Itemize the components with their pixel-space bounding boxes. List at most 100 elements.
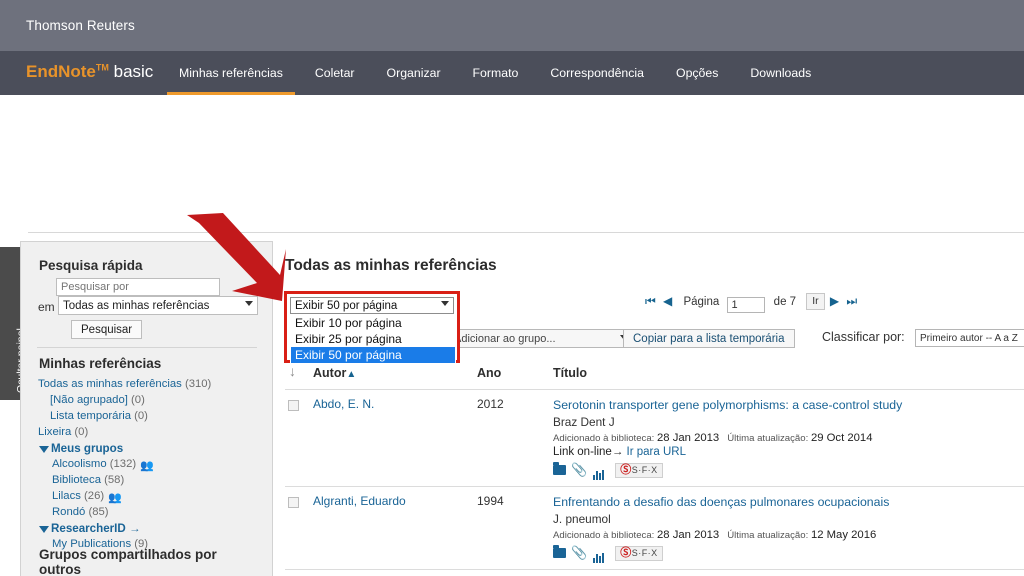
page-size-dropdown[interactable]: Exibir 50 por página Exibir 10 por págin… (284, 291, 460, 364)
sfx-button[interactable]: ⓈS·F·X (615, 546, 663, 561)
sidebar-link[interactable]: Lixeira (0) (38, 426, 88, 438)
caret-down-icon[interactable] (39, 526, 49, 533)
add-to-group-value: Adicionar ao grupo... (454, 333, 556, 345)
updated-date: 12 May 2016 (810, 529, 877, 541)
folder-icon[interactable] (553, 545, 566, 558)
nav-item-0[interactable]: Minhas referências (167, 51, 295, 95)
first-page-icon[interactable]: ⏮ (645, 294, 656, 308)
nav-item-6[interactable]: Downloads (738, 51, 823, 95)
shared-groups-title: Grupos compartilhados por outros (39, 547, 217, 576)
researcher-id-header[interactable]: ResearcherID → (51, 522, 141, 535)
row-author[interactable]: Abdo, E. N. (313, 397, 374, 411)
brand-bar: Thomson Reuters (0, 0, 1024, 51)
logo-endnote-text: EndNote (26, 62, 96, 81)
page-size-option-0[interactable]: Exibir 10 por página (291, 315, 455, 331)
row-actions: 📎 ⓈS·F·X (553, 462, 1024, 480)
sidebar-link[interactable]: Alcoolismo (132) 👥 (52, 458, 154, 472)
endnote-logo[interactable]: EndNoteTM basic (26, 62, 153, 82)
sidebar-link[interactable]: Rondó (85) (52, 506, 109, 518)
page-size-option-1[interactable]: Exibir 25 por página (291, 331, 455, 347)
nav-items: Minhas referências Coletar Organizar Format… (163, 51, 827, 95)
app-root: Thomson Reuters EndNoteTM basic Minhas r… (0, 0, 1024, 576)
updated-date: 29 Oct 2014 (810, 432, 873, 444)
go-page-button[interactable]: Ir (806, 293, 825, 310)
sidebar-divider (37, 347, 257, 348)
add-to-group-select[interactable]: Adicionar ao grupo... (448, 329, 633, 348)
logo-tm-mark: TM (95, 62, 109, 73)
content-divider (28, 232, 1024, 233)
sidebar-link[interactable]: Lista temporária (0) (50, 410, 148, 422)
page-label: Página (683, 296, 720, 308)
sort-by-select[interactable]: Primeiro autor -- A a Z (915, 329, 1024, 347)
hide-panel-tab[interactable]: Ocultar painel (0, 247, 27, 400)
search-button[interactable]: Pesquisar (71, 320, 143, 339)
added-date: 28 Jan 2013 (657, 529, 720, 541)
my-groups-header[interactable]: Meus grupos (51, 442, 123, 455)
shared-group-icon: 👥 (108, 492, 122, 504)
sort-by-label: Classificar por: (822, 330, 905, 344)
column-header-year[interactable]: Ano (477, 366, 501, 380)
previous-page-icon[interactable]: ◀ (663, 294, 672, 308)
row-year: 2012 (477, 397, 504, 411)
page-size-selected-text: Exibir 50 por página (295, 300, 398, 312)
table-row: Almeida-Filho, N.2007Co-occurrence patte… (285, 569, 1024, 576)
main-navigation-bar: EndNoteTM basic Minhas referências Coleta… (0, 51, 1024, 95)
page-title: Todas as minhas referências (285, 257, 497, 274)
annotation-arrow-icon (183, 213, 287, 310)
row-actions: 📎 ⓈS·F·X (553, 545, 1024, 563)
quick-search-title: Pesquisa rápida (39, 258, 143, 273)
column-header-author[interactable]: Autor▲ (313, 366, 356, 380)
next-page-icon[interactable]: ▶ (830, 294, 839, 308)
sidebar-link[interactable]: [Não agrupado] (0) (50, 394, 145, 406)
nav-item-5[interactable]: Opções (664, 51, 730, 95)
nav-item-4[interactable]: Correspondência (538, 51, 656, 95)
pagination-controls: ⏮ ◀ Página 1 de 7 Ir ▶ ⏭ (643, 293, 859, 313)
last-page-icon[interactable]: ⏭ (846, 294, 857, 308)
nav-item-3[interactable]: Formato (461, 51, 531, 95)
logo-basic-text: basic (113, 62, 154, 81)
search-scope-prefix-label: em (38, 300, 55, 314)
row-checkbox[interactable] (288, 497, 299, 508)
row-title[interactable]: Serotonin transporter gene polymorphisms… (553, 398, 1024, 413)
go-to-url-link[interactable]: Ir para URL (627, 446, 686, 458)
row-author[interactable]: Algranti, Eduardo (313, 494, 406, 508)
row-checkbox[interactable] (288, 400, 299, 411)
bar-chart-icon[interactable] (593, 462, 605, 480)
nav-item-2[interactable]: Organizar (375, 51, 453, 95)
page-number-input[interactable]: 1 (727, 297, 766, 313)
page-size-option-2[interactable]: Exibir 50 por página (291, 347, 455, 363)
page-body: Ocultar painel Pesquisa rápida em Todas … (0, 95, 1024, 576)
online-link-row: Link on-line→ Ir para URL (553, 446, 1024, 458)
my-references-title: Minhas referências (39, 356, 162, 371)
paperclip-icon[interactable]: 📎 (571, 545, 587, 560)
page-size-option-list: Exibir 10 por página Exibir 25 por página… (290, 314, 456, 364)
table-rows: Abdo, E. N. 2012 Serotonin transporter gen… (285, 389, 1024, 576)
shared-group-icon: 👥 (140, 460, 154, 472)
added-date: 28 Jan 2013 (657, 432, 720, 444)
row-body: Enfrentando a desafio das doenças pulmon… (553, 495, 1024, 563)
sidebar-link[interactable]: Lilacs (26) 👥 (52, 490, 122, 504)
sidebar-link[interactable]: Biblioteca (58) (52, 474, 124, 486)
caret-down-icon[interactable] (39, 446, 49, 453)
online-link-label: Link on-line (553, 446, 612, 458)
folder-icon[interactable] (553, 462, 566, 475)
chevron-down-icon (441, 301, 449, 306)
references-table: ↓ Autor▲ Ano Título Abdo, E. N. 2012 Serot… (285, 363, 1024, 576)
copy-to-temp-list-button[interactable]: Copiar para a lista temporária (623, 329, 795, 348)
page-size-selected-value[interactable]: Exibir 50 por página (290, 297, 454, 314)
row-metadata: Adicionado à biblioteca: 28 Jan 2013 Últ… (553, 432, 873, 444)
paperclip-icon[interactable]: 📎 (571, 462, 587, 477)
column-header-title[interactable]: Título (553, 366, 587, 380)
row-metadata: Adicionado à biblioteca: 28 Jan 2013 Últ… (553, 529, 877, 541)
page-total-label: de 7 (773, 296, 797, 308)
table-row: Abdo, E. N. 2012 Serotonin transporter gen… (285, 389, 1024, 486)
sidebar-link[interactable]: Todas as minhas referências (310) (38, 378, 211, 390)
bar-chart-icon[interactable] (593, 545, 605, 563)
row-journal: J. pneumol (553, 512, 611, 526)
brand-name: Thomson Reuters (26, 18, 135, 33)
row-journal: Braz Dent J (553, 415, 615, 429)
row-title[interactable]: Enfrentando a desafio das doenças pulmon… (553, 495, 1024, 510)
nav-item-1[interactable]: Coletar (303, 51, 367, 95)
sfx-button[interactable]: ⓈS·F·X (615, 463, 663, 478)
select-all-arrow-icon[interactable]: ↓ (289, 363, 296, 379)
